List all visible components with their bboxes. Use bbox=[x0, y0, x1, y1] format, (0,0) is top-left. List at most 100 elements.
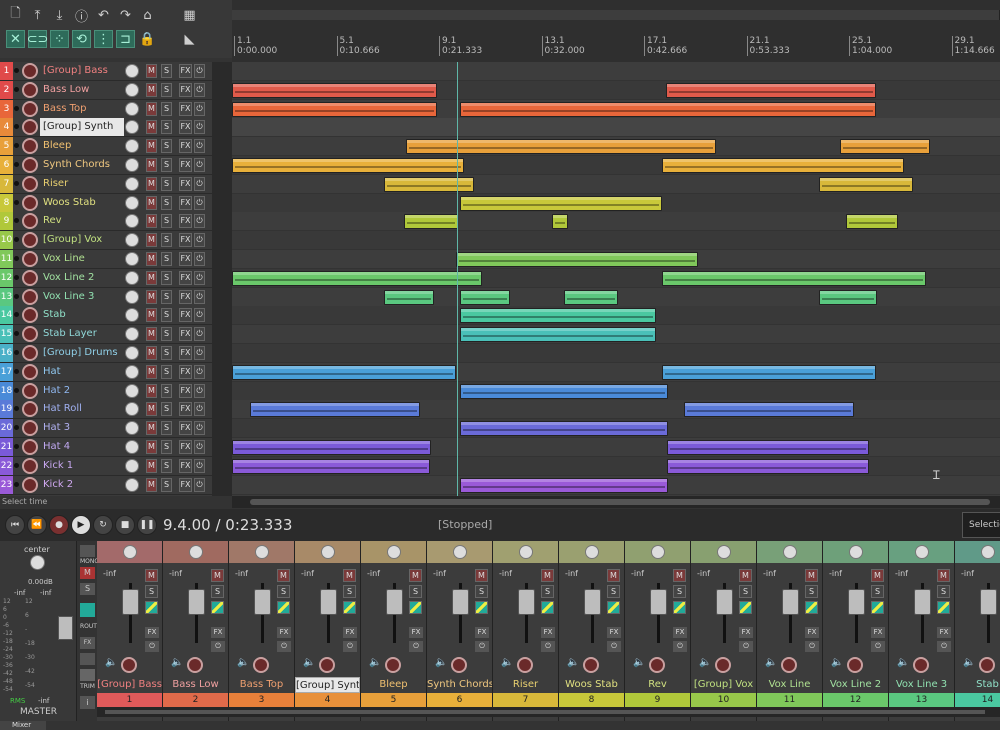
power-icon[interactable]: ⏻ bbox=[194, 214, 205, 229]
solo-button[interactable]: S bbox=[161, 383, 172, 398]
volume-knob[interactable] bbox=[125, 440, 139, 454]
track-name[interactable]: Bass Low bbox=[40, 81, 124, 99]
strip-name[interactable]: Rev bbox=[625, 677, 690, 693]
track-row[interactable]: 6 Synth Chords M S FX ⏻ bbox=[0, 156, 212, 175]
mute-button[interactable]: M bbox=[145, 569, 158, 582]
fx-button[interactable]: FX bbox=[179, 252, 192, 266]
info-icon[interactable]: ⓘ bbox=[72, 6, 91, 25]
track-select-dot[interactable] bbox=[14, 124, 19, 130]
media-item[interactable] bbox=[456, 252, 698, 267]
track-lane[interactable] bbox=[232, 362, 1000, 382]
track-name[interactable]: Bleep bbox=[40, 137, 124, 155]
track-name[interactable]: Vox Line bbox=[40, 250, 124, 268]
grid-dots-icon[interactable]: ⁘ bbox=[50, 30, 69, 48]
cursor-icon[interactable]: ◣ bbox=[180, 30, 199, 48]
media-item[interactable] bbox=[460, 477, 668, 493]
track-name[interactable]: [Group] Bass bbox=[40, 62, 124, 80]
solo-button[interactable]: S bbox=[277, 585, 290, 598]
track-lane[interactable] bbox=[232, 325, 1000, 345]
fx-button[interactable]: FX bbox=[871, 627, 885, 638]
volume-fader[interactable] bbox=[782, 589, 799, 615]
download-icon[interactable]: ⤓ bbox=[50, 6, 69, 24]
arrange-horizontal-scrollbar[interactable] bbox=[232, 496, 1000, 508]
volume-knob[interactable] bbox=[125, 327, 139, 342]
track-row[interactable]: 21 Hat 4 M S FX ⏻ bbox=[0, 438, 212, 457]
track-select-dot[interactable] bbox=[14, 425, 19, 431]
track-lane[interactable] bbox=[232, 381, 1000, 401]
track-row[interactable]: 23 Kick 2 M S FX ⏻ bbox=[0, 475, 212, 495]
media-item[interactable] bbox=[460, 289, 510, 305]
mute-button[interactable]: M bbox=[146, 440, 157, 454]
solo-button[interactable]: S bbox=[161, 477, 172, 492]
volume-knob[interactable] bbox=[125, 139, 139, 154]
track-name[interactable]: Vox Line 2 bbox=[40, 269, 124, 287]
fx-button[interactable]: FX bbox=[179, 176, 192, 191]
power-icon[interactable]: ⏻ bbox=[343, 641, 357, 652]
track-name[interactable]: [Group] Drums bbox=[40, 344, 124, 362]
fx-button[interactable]: FX bbox=[179, 308, 192, 323]
solo-button[interactable]: S bbox=[673, 585, 686, 598]
record-arm-button[interactable] bbox=[583, 657, 599, 673]
volume-fader[interactable] bbox=[650, 589, 667, 615]
volume-fader[interactable] bbox=[980, 589, 997, 615]
play-button[interactable]: ▶ bbox=[71, 515, 91, 535]
solo-button[interactable]: S bbox=[161, 327, 172, 342]
media-item[interactable] bbox=[232, 364, 456, 380]
media-item[interactable] bbox=[667, 440, 869, 455]
track-select-dot[interactable] bbox=[14, 68, 19, 73]
mute-button[interactable]: M bbox=[146, 252, 157, 266]
power-icon[interactable]: ⏻ bbox=[194, 402, 205, 417]
fx-button[interactable]: FX bbox=[805, 627, 819, 638]
media-item[interactable] bbox=[406, 139, 716, 155]
track-select-dot[interactable] bbox=[14, 143, 19, 149]
mute-button[interactable]: M bbox=[871, 569, 884, 582]
track-name[interactable]: Stab bbox=[40, 306, 124, 324]
pan-knob[interactable] bbox=[981, 545, 995, 559]
loop-icon[interactable]: ⟲ bbox=[72, 30, 91, 48]
solo-button[interactable]: S bbox=[161, 308, 172, 323]
media-item[interactable] bbox=[564, 289, 618, 305]
media-item[interactable] bbox=[384, 176, 474, 192]
mute-button[interactable]: M bbox=[211, 569, 224, 582]
fx-button[interactable]: FX bbox=[179, 64, 192, 78]
track-name[interactable]: [Group] Synth bbox=[40, 118, 124, 137]
track-name[interactable]: Woos Stab bbox=[40, 194, 124, 212]
pan-knob[interactable] bbox=[717, 545, 731, 559]
fx-button[interactable]: FX bbox=[179, 364, 192, 379]
media-item[interactable] bbox=[460, 195, 662, 211]
pan-knob[interactable] bbox=[585, 545, 599, 559]
fx-button[interactable]: FX bbox=[541, 627, 555, 638]
fx-button[interactable]: FX bbox=[409, 627, 423, 638]
power-icon[interactable]: ⏻ bbox=[937, 641, 951, 652]
power-icon[interactable]: ⏻ bbox=[194, 120, 205, 135]
track-name[interactable]: Synth Chords bbox=[40, 156, 124, 174]
track-name[interactable]: Hat 4 bbox=[40, 438, 124, 456]
pan-knob[interactable] bbox=[783, 545, 797, 559]
solo-button[interactable]: S bbox=[145, 585, 158, 598]
fx-button[interactable]: FX bbox=[179, 289, 192, 304]
track-lane[interactable] bbox=[232, 438, 1000, 457]
volume-knob[interactable] bbox=[125, 308, 139, 323]
mixer-scrollbar[interactable] bbox=[97, 707, 1000, 717]
power-icon[interactable]: ⏻ bbox=[194, 289, 205, 304]
save-icon[interactable]: ⤒ bbox=[28, 6, 47, 24]
undo-icon[interactable]: ↶ bbox=[94, 6, 113, 24]
power-icon[interactable]: ⏻ bbox=[673, 641, 687, 652]
track-select-dot[interactable] bbox=[14, 406, 19, 412]
strip-name[interactable]: Bleep bbox=[361, 677, 426, 693]
mute-button[interactable]: M bbox=[146, 346, 157, 360]
stop-button[interactable]: ■ bbox=[115, 515, 135, 535]
track-row[interactable]: 20 Hat 3 M S FX ⏻ bbox=[0, 419, 212, 439]
master-fader[interactable] bbox=[58, 616, 73, 640]
track-row[interactable]: 10 [Group] Vox M S FX ⏻ bbox=[0, 231, 212, 251]
media-item[interactable] bbox=[250, 402, 420, 418]
solo-button[interactable]: S bbox=[607, 585, 620, 598]
pan-knob[interactable] bbox=[915, 545, 929, 559]
solo-button[interactable]: S bbox=[161, 458, 172, 473]
phase-icon[interactable] bbox=[211, 601, 224, 614]
fx-button[interactable]: FX bbox=[179, 440, 192, 454]
track-select-dot[interactable] bbox=[14, 180, 19, 186]
track-lane[interactable] bbox=[232, 475, 1000, 495]
solo-button[interactable]: S bbox=[161, 139, 172, 154]
track-lane[interactable] bbox=[232, 212, 1000, 232]
